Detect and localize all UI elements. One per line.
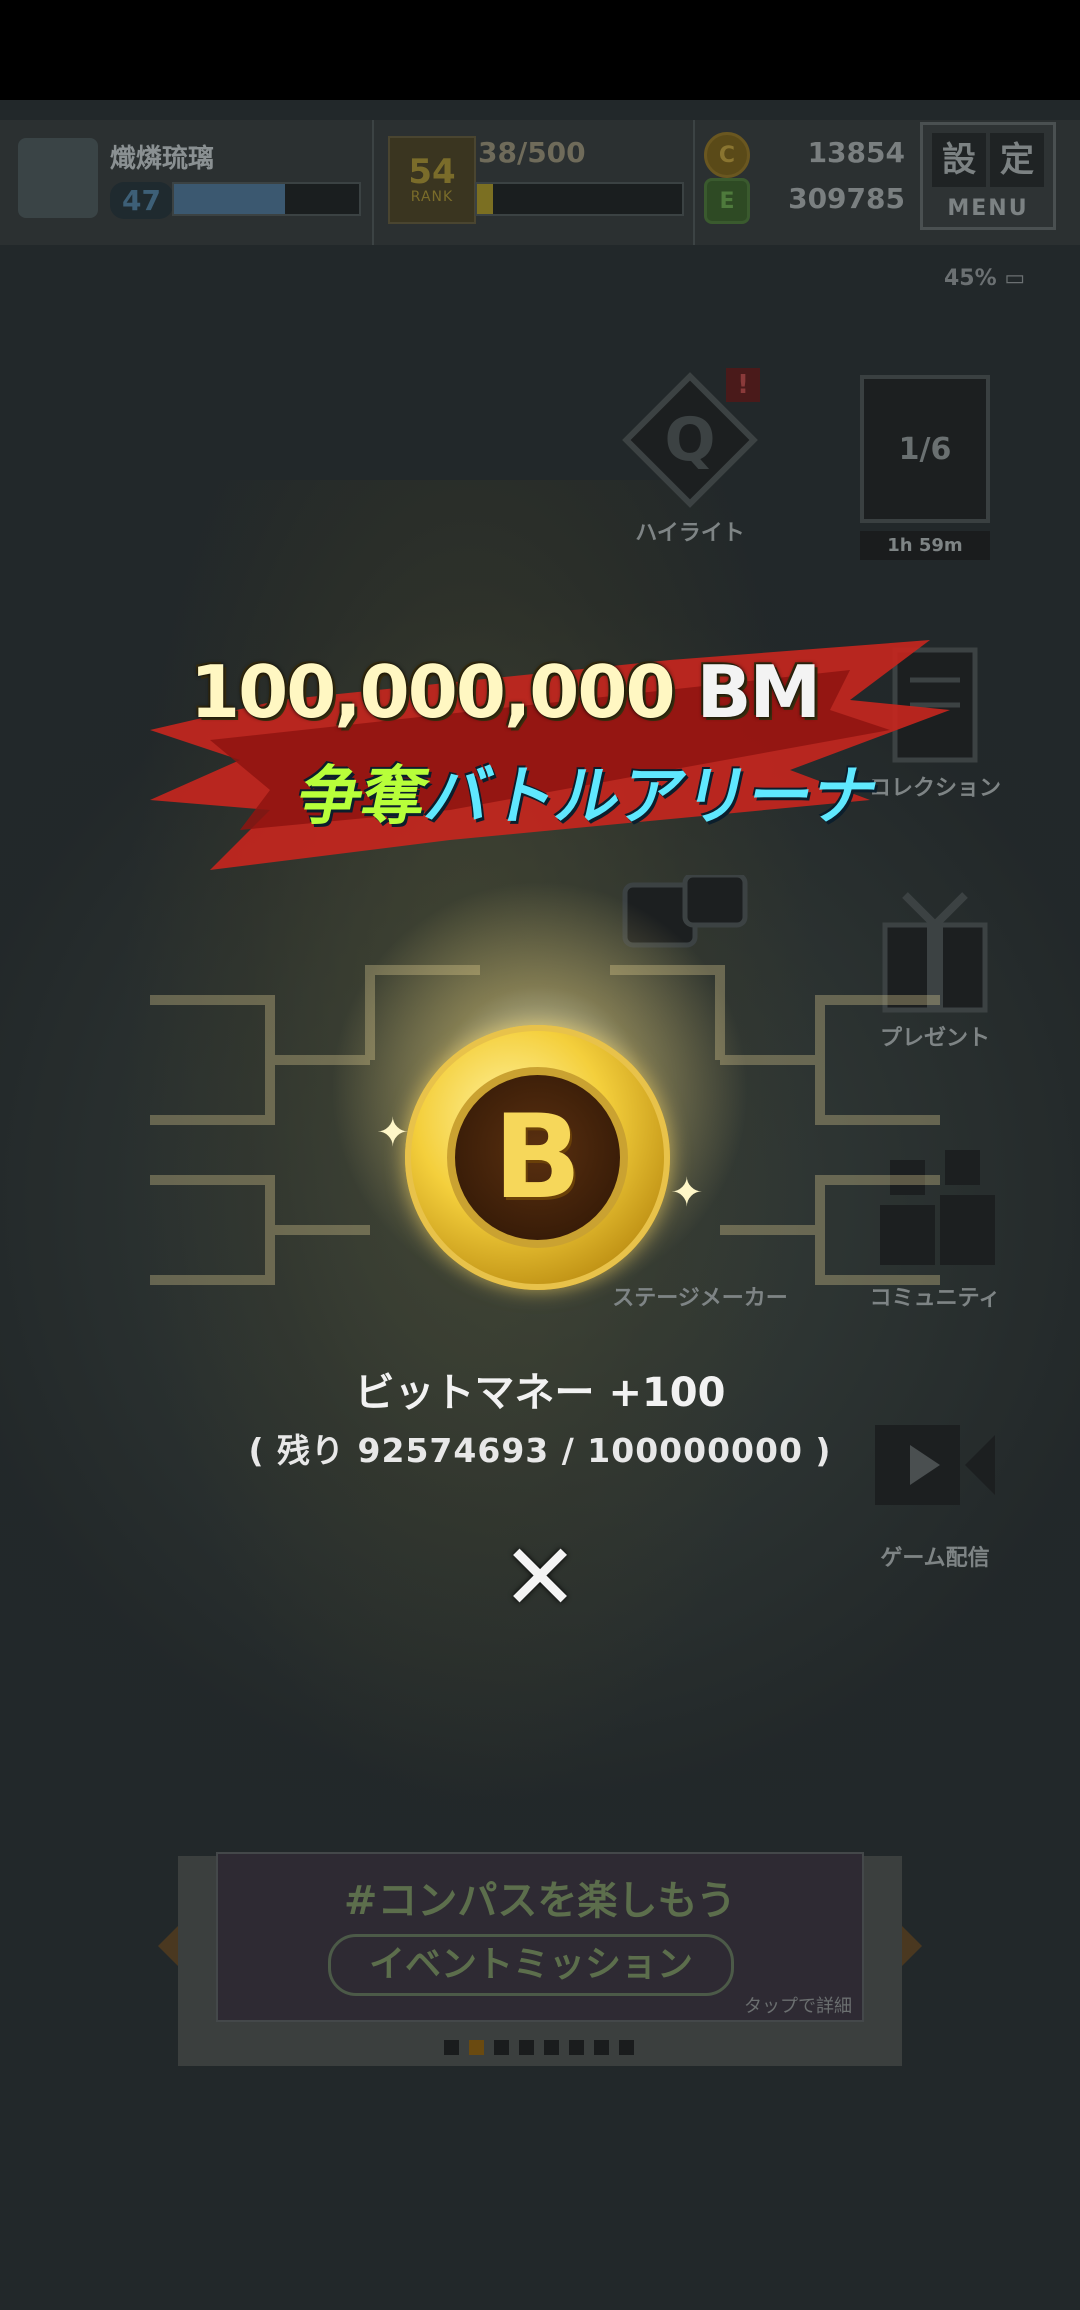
coin-inner: B — [447, 1067, 628, 1248]
coin-letter: B — [493, 1089, 582, 1225]
sparkle-icon: ✦ — [376, 1110, 410, 1156]
title-event-prefix: 争奪 — [290, 760, 435, 834]
reward-amount: ビットマネー +100 — [354, 1370, 726, 1416]
title-amount: 100,000,000 BM — [190, 650, 822, 734]
close-icon: ✕ — [501, 1524, 579, 1631]
bit-money-coin-icon: B — [405, 1025, 670, 1290]
title-event-suffix: バトルアリーナ — [418, 760, 885, 834]
sparkle-icon: ✦ — [670, 1170, 704, 1216]
remaining-pool: ( 残り 92574693 / 100000000 ) — [248, 1431, 832, 1470]
reward-popup: 100,000,000 BM 争奪バトルアリーナ B ✦ ✦ ビットマネー +1… — [0, 0, 1080, 2310]
title-unit: BM — [696, 650, 822, 734]
close-button[interactable]: ✕ — [495, 1524, 585, 1631]
title-amount-value: 100,000,000 — [190, 650, 676, 734]
title-event-name: 争奪バトルアリーナ — [290, 745, 887, 837]
